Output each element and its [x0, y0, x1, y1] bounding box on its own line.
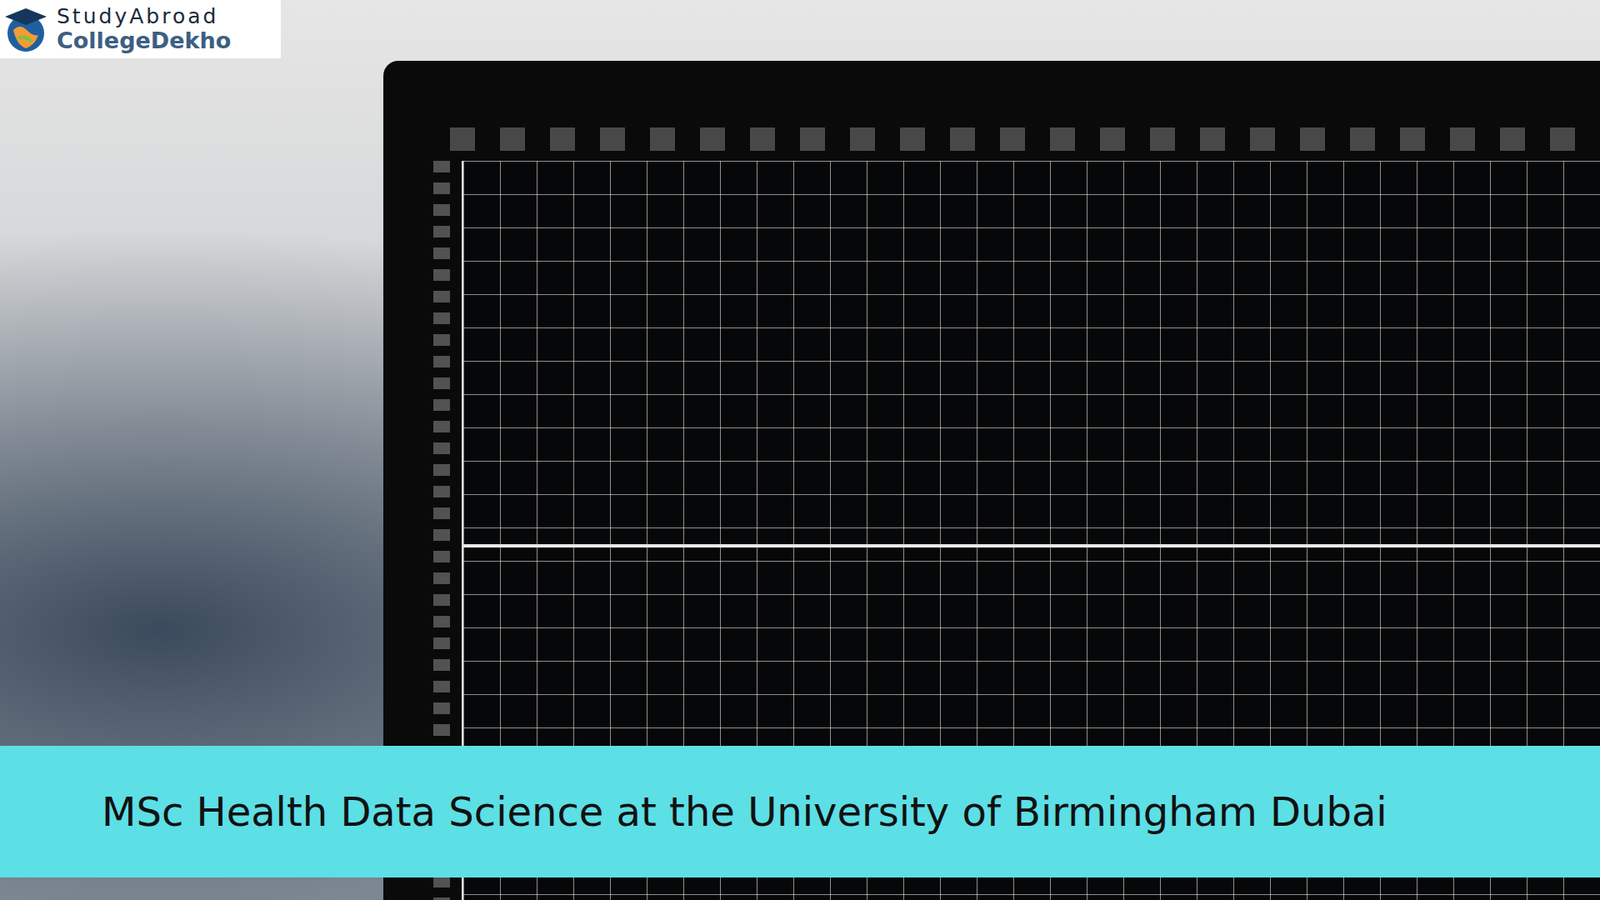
photo-toolbar [450, 127, 1600, 151]
globe-cap-icon [1, 5, 50, 54]
banner-title: MSc Health Data Science at the Universit… [101, 788, 1388, 835]
title-banner: MSc Health Data Science at the Universit… [0, 745, 1600, 878]
logo[interactable]: StudyAbroadCollegeDekho [0, 0, 281, 59]
logo-line2: CollegeDekho [56, 28, 231, 54]
article-header-image: StudyAbroadCollegeDekho MSc Health Data S… [0, 0, 1600, 900]
logo-line1: StudyAbroad [56, 5, 231, 29]
